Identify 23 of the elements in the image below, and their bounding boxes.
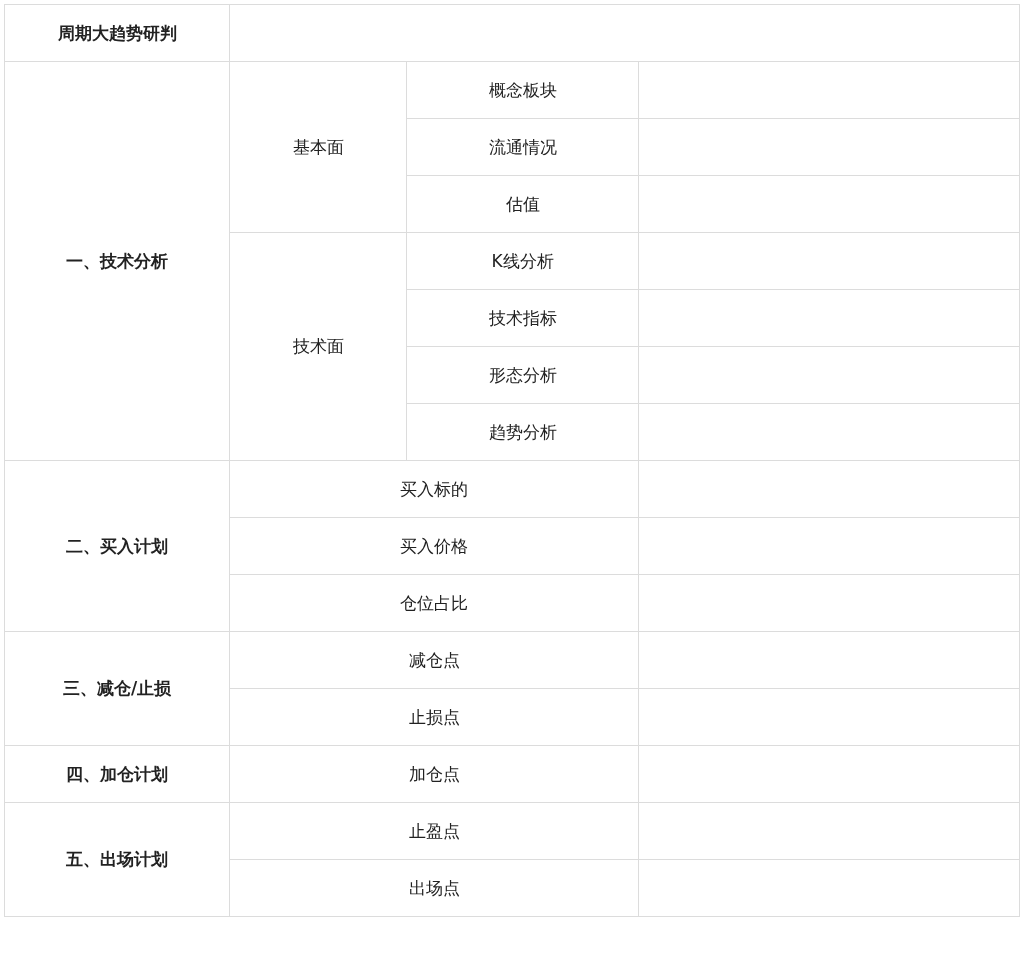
table-cell: 五、出场计划 bbox=[4, 802, 230, 917]
table-cell: 止损点 bbox=[229, 688, 639, 746]
table-cell: 加仓点 bbox=[229, 745, 639, 803]
table-cell: 概念板块 bbox=[406, 61, 639, 119]
table-cell: 止盈点 bbox=[229, 802, 639, 860]
table-cell: 一、技术分析 bbox=[4, 61, 230, 461]
table-cell: 四、加仓计划 bbox=[4, 745, 230, 803]
table-cell: 趋势分析 bbox=[406, 403, 639, 461]
table-cell: 形态分析 bbox=[406, 346, 639, 404]
table-cell: 技术指标 bbox=[406, 289, 639, 347]
table-cell: 买入价格 bbox=[229, 517, 639, 575]
table-cell: 周期大趋势研判 bbox=[4, 4, 230, 62]
table-cell: 仓位占比 bbox=[229, 574, 639, 632]
table-cell: 流通情况 bbox=[406, 118, 639, 176]
table-cell: 减仓点 bbox=[229, 631, 639, 689]
table-cell: 出场点 bbox=[229, 859, 639, 917]
table-cell: K线分析 bbox=[406, 232, 639, 290]
table-cell: 估值 bbox=[406, 175, 639, 233]
table-cell: 技术面 bbox=[229, 232, 407, 461]
table-cell: 买入标的 bbox=[229, 460, 639, 518]
table-cell: 三、减仓/止损 bbox=[4, 631, 230, 746]
table-cell: 基本面 bbox=[229, 61, 407, 233]
table-cell: 二、买入计划 bbox=[4, 460, 230, 632]
